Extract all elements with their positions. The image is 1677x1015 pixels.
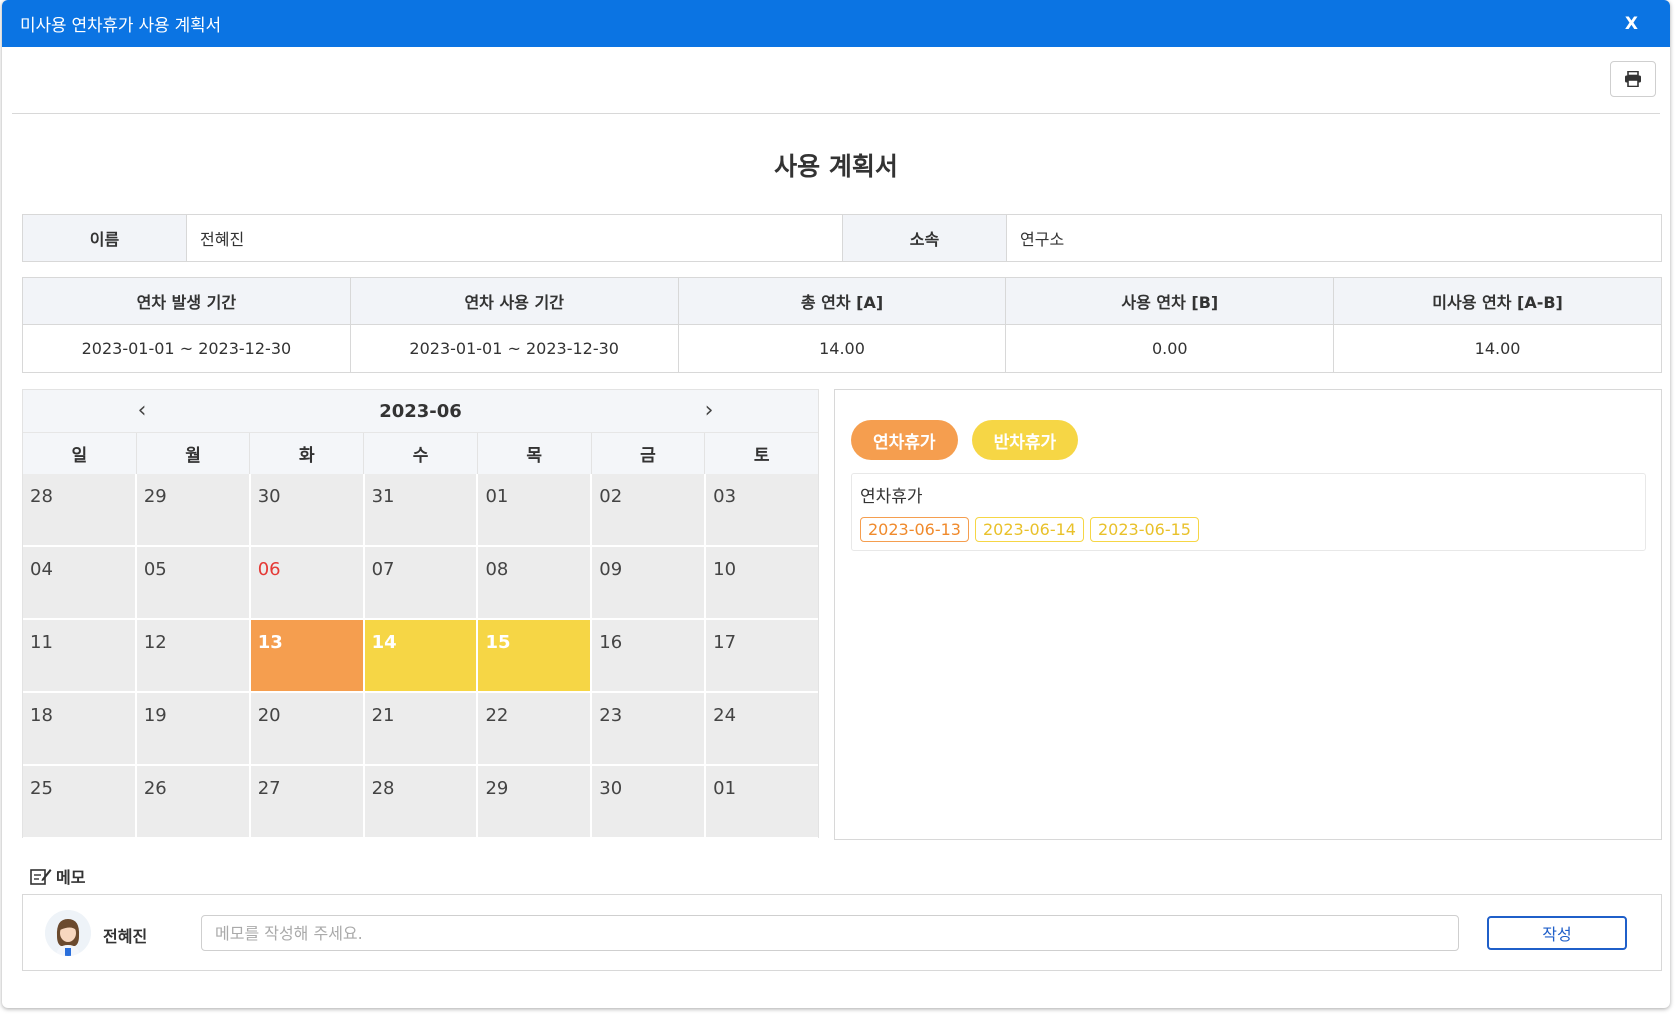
calendar-day[interactable]: 17 [706, 620, 819, 693]
avatar-icon [45, 910, 91, 956]
leave-summary-table: 연차 발생 기간 연차 사용 기간 총 연차 [A] 사용 연차 [B] 미사용… [22, 277, 1662, 373]
close-button[interactable]: X [1611, 14, 1652, 34]
leave-selection-panel: 연차휴가 반차휴가 연차휴가 2023-06-13 2023-06-14 202… [834, 389, 1662, 840]
half-leave-chip[interactable]: 반차휴가 [971, 420, 1079, 460]
weekday-label: 수 [364, 433, 478, 474]
summary-value: 14.00 [679, 325, 1007, 372]
summary-header: 총 연차 [A] [679, 278, 1007, 324]
calendar-day[interactable]: 31 [364, 474, 479, 547]
leave-list-label: 연차휴가 [860, 487, 923, 507]
toolbar [12, 47, 1660, 114]
calendar-day[interactable]: 20 [250, 693, 365, 766]
leave-date-tag[interactable]: 2023-06-13 [860, 517, 969, 542]
dept-label: 소속 [842, 215, 1007, 261]
document-title: 사용 계획서 [774, 152, 898, 181]
calendar-week: 28 29 30 31 01 02 03 [23, 474, 819, 547]
calendar-day[interactable]: 30 [592, 766, 707, 839]
memo-box: 전혜진 작성 [22, 894, 1662, 971]
name-value: 전혜진 [200, 230, 245, 249]
leave-date-tag[interactable]: 2023-06-15 [1089, 517, 1199, 542]
title-bar: 미사용 연차휴가 사용 계획서 X [2, 0, 1670, 47]
weekday-label: 목 [478, 433, 592, 474]
calendar-day[interactable]: 29 [478, 766, 593, 839]
employee-info-table: 이름 전혜진 소속 연구소 [22, 214, 1662, 262]
calendar-day[interactable]: 22 [478, 693, 593, 766]
calendar-header: ‹ 2023-06 › [23, 390, 818, 432]
weekday-label: 금 [592, 433, 706, 474]
summary-value-row: 2023-01-01 ~ 2023-12-30 2023-01-01 ~ 202… [23, 325, 1661, 372]
calendar-day[interactable]: 01 [706, 766, 819, 839]
leave-date-tags: 2023-06-13 2023-06-14 2023-06-15 [860, 517, 1637, 542]
memo-title-label: 메모 [56, 868, 86, 887]
memo-author-name: 전혜진 [103, 927, 148, 946]
calendar-day-half-leave[interactable]: 15 [478, 620, 593, 693]
calendar-week: 04 05 06 07 08 09 10 [23, 547, 819, 620]
leave-type-legend: 연차휴가 반차휴가 [851, 420, 1079, 460]
calendar-day[interactable]: 12 [136, 620, 251, 693]
calendar-week: 25 26 27 28 29 30 01 [23, 766, 819, 839]
summary-value: 2023-01-01 ~ 2023-12-30 [23, 325, 351, 372]
calendar-day[interactable]: 08 [478, 547, 593, 620]
calendar-month: 2023-06 [379, 400, 462, 422]
summary-value: 2023-01-01 ~ 2023-12-30 [351, 325, 679, 372]
summary-header: 연차 사용 기간 [351, 278, 679, 324]
weekday-label: 토 [753, 446, 770, 466]
memo-section-title: 메모 [30, 864, 85, 888]
write-memo-button[interactable]: 작성 [1487, 916, 1627, 950]
weekday-label: 화 [250, 433, 365, 474]
calendar-day[interactable]: 23 [592, 693, 707, 766]
weekday-row: 일 월 화 수 목 금 토 [23, 432, 818, 474]
calendar-day[interactable]: 02 [592, 474, 707, 547]
calendar-day[interactable]: 25 [23, 766, 137, 839]
calendar-day-half-leave[interactable]: 14 [364, 620, 479, 693]
calendar-day[interactable]: 09 [592, 547, 707, 620]
user-avatar [45, 910, 91, 956]
dept-value: 연구소 [1020, 230, 1065, 249]
print-button[interactable] [1610, 61, 1656, 97]
calendar-day[interactable]: 26 [136, 766, 251, 839]
calendar-day[interactable]: 27 [250, 766, 365, 839]
calendar-day[interactable]: 30 [250, 474, 365, 547]
calendar-day-annual-leave[interactable]: 13 [250, 620, 365, 693]
weekday-label: 일 [23, 433, 137, 474]
calendar: ‹ 2023-06 › 일 월 화 수 목 금 토 28 29 30 31 01… [22, 389, 819, 839]
calendar-day[interactable]: 01 [478, 474, 593, 547]
summary-value: 14.00 [1474, 339, 1521, 358]
calendar-day[interactable]: 03 [706, 474, 819, 547]
leave-date-tag[interactable]: 2023-06-14 [974, 517, 1084, 542]
summary-header: 연차 발생 기간 [23, 278, 351, 324]
prev-month-button[interactable]: ‹ [129, 398, 155, 423]
summary-header: 사용 연차 [B] [1006, 278, 1335, 324]
summary-header: 미사용 연차 [A-B] [1432, 293, 1563, 312]
calendar-day[interactable]: 04 [23, 547, 137, 620]
calendar-day[interactable]: 28 [23, 474, 137, 547]
annual-leave-chip[interactable]: 연차휴가 [851, 420, 958, 460]
calendar-day[interactable]: 24 [706, 693, 819, 766]
window-title: 미사용 연차휴가 사용 계획서 [20, 16, 221, 36]
calendar-day[interactable]: 19 [136, 693, 251, 766]
memo-input[interactable] [201, 915, 1459, 951]
calendar-week: 18 19 20 21 22 23 24 [23, 693, 819, 766]
calendar-day-holiday[interactable]: 06 [250, 547, 365, 620]
calendar-day[interactable]: 16 [592, 620, 707, 693]
name-label: 이름 [22, 215, 187, 261]
calendar-day[interactable]: 18 [23, 693, 137, 766]
summary-value: 0.00 [1006, 325, 1335, 372]
printer-icon [1625, 71, 1641, 87]
calendar-day[interactable]: 05 [136, 547, 251, 620]
calendar-week: 11 12 13 14 15 16 17 [23, 620, 819, 693]
calendar-day[interactable]: 10 [706, 547, 819, 620]
next-month-button[interactable]: › [696, 398, 722, 423]
calendar-day[interactable]: 11 [23, 620, 137, 693]
selected-leave-list: 연차휴가 2023-06-13 2023-06-14 2023-06-15 [851, 473, 1646, 551]
calendar-grid: 28 29 30 31 01 02 03 04 05 06 07 08 09 1… [23, 474, 819, 839]
calendar-day[interactable]: 28 [364, 766, 479, 839]
calendar-day[interactable]: 07 [364, 547, 479, 620]
summary-header-row: 연차 발생 기간 연차 사용 기간 총 연차 [A] 사용 연차 [B] 미사용… [23, 278, 1661, 325]
calendar-day[interactable]: 29 [136, 474, 251, 547]
calendar-day[interactable]: 21 [364, 693, 479, 766]
memo-edit-icon [30, 869, 52, 885]
weekday-label: 월 [137, 433, 251, 474]
